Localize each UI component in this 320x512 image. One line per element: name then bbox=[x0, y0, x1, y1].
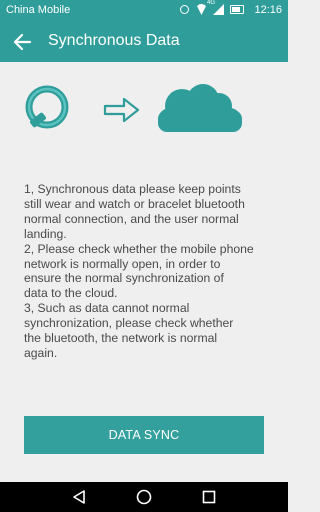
network-type-label: 4G bbox=[207, 0, 216, 6]
instruction-line: 1, Synchronous data please keep points bbox=[24, 182, 241, 196]
bracelet-icon bbox=[25, 85, 69, 129]
status-time: 12:16 bbox=[254, 4, 282, 16]
instructions-text: 1, Synchronous data please keep points s… bbox=[24, 182, 270, 361]
alarm-icon bbox=[180, 4, 189, 14]
instruction-line: 3, Such as data cannot normal bbox=[24, 301, 190, 316]
instruction-line: normal connection, and the user normal bbox=[24, 211, 239, 226]
nav-home-button[interactable] bbox=[135, 488, 153, 506]
battery-icon bbox=[230, 4, 244, 14]
wifi-icon bbox=[196, 4, 206, 14]
sync-illustration bbox=[0, 62, 288, 170]
instruction-line: again. bbox=[24, 345, 58, 360]
navigation-bar bbox=[0, 482, 288, 512]
circle-home-icon bbox=[136, 489, 152, 505]
triangle-back-icon bbox=[73, 490, 85, 504]
sync-illustration-graphic bbox=[25, 84, 242, 132]
status-icons: 4G bbox=[180, 0, 244, 14]
square-recents-icon bbox=[202, 490, 216, 504]
instruction-line: data to the cloud. bbox=[24, 286, 118, 301]
status-bar: China Mobile 4G 12:16 bbox=[0, 0, 288, 22]
instruction-line: synchronization, please check whether bbox=[24, 316, 234, 331]
signal-icon: 4G bbox=[207, 0, 223, 14]
instruction-line: still wear and watch or bracelet bluetoo… bbox=[24, 196, 245, 211]
instruction-line: ensure the normal synchronization of bbox=[24, 271, 224, 286]
instruction-line: 2, Please check whether the mobile phone bbox=[24, 241, 254, 256]
page-title: Synchronous Data bbox=[48, 32, 180, 49]
arrow-right-icon bbox=[103, 97, 140, 123]
instruction-line: landing. bbox=[24, 226, 67, 241]
back-button[interactable] bbox=[8, 28, 36, 56]
app-bar: Synchronous Data bbox=[0, 22, 288, 62]
nav-back-button[interactable] bbox=[70, 488, 88, 506]
cloud-icon bbox=[158, 84, 242, 132]
arrow-left-icon bbox=[13, 33, 32, 51]
instruction-line: the bluetooth, the network is normal bbox=[24, 331, 218, 346]
instruction-line: network is normally open, in order to bbox=[24, 256, 221, 271]
data-sync-button[interactable]: DATA SYNC bbox=[24, 416, 264, 454]
nav-recents-button[interactable] bbox=[200, 488, 218, 506]
carrier-label: China Mobile bbox=[6, 4, 71, 16]
